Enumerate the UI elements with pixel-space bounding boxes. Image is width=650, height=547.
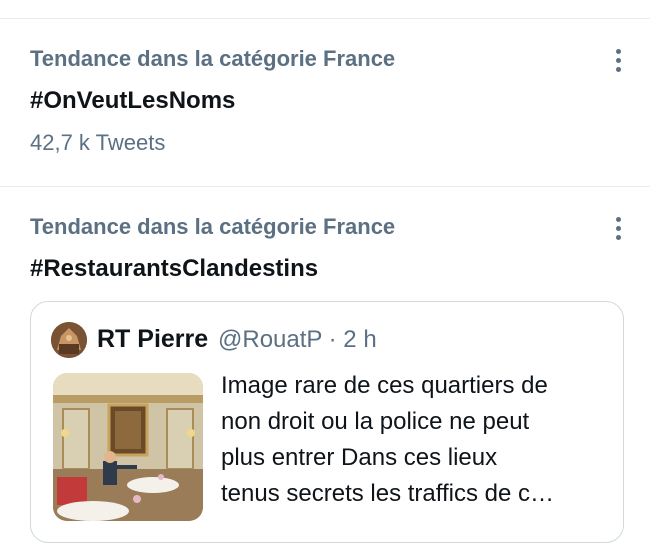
more-vertical-icon[interactable] (608, 213, 628, 243)
tweet-media-image[interactable] (53, 373, 203, 521)
tweet-card[interactable]: RT Pierre @RouatP · 2 h Image rare de ce… (30, 301, 624, 543)
tweet-text-line: Image rare de ces quartiers de (221, 372, 548, 399)
trends-timeline: Tendance dans la catégorie France #OnVeu… (0, 0, 650, 547)
tweet-text-line: tenus secrets les traffics de c… (221, 480, 555, 507)
tweet-text-line: non droit ou la police ne peut (221, 408, 530, 435)
author-name[interactable]: RT Pierre (97, 323, 208, 355)
trend-name: #OnVeutLesNoms (30, 87, 236, 114)
avatar[interactable] (51, 322, 87, 358)
author-handle-time: @RouatP · 2 h (218, 326, 377, 353)
trend-tweet-count: 42,7 k Tweets (30, 130, 166, 155)
trend-name: #RestaurantsClandestins (30, 255, 319, 282)
more-vertical-icon[interactable] (608, 45, 628, 75)
trend-context: Tendance dans la catégorie France (30, 214, 396, 239)
trend-context: Tendance dans la catégorie France (30, 46, 396, 71)
tweet-text-line: plus entrer Dans ces lieux (221, 444, 498, 471)
trend-item[interactable]: Tendance dans la catégorie France #OnVeu… (0, 19, 650, 186)
tweet-text: Image rare de ces quartiers de non droit… (221, 368, 606, 512)
